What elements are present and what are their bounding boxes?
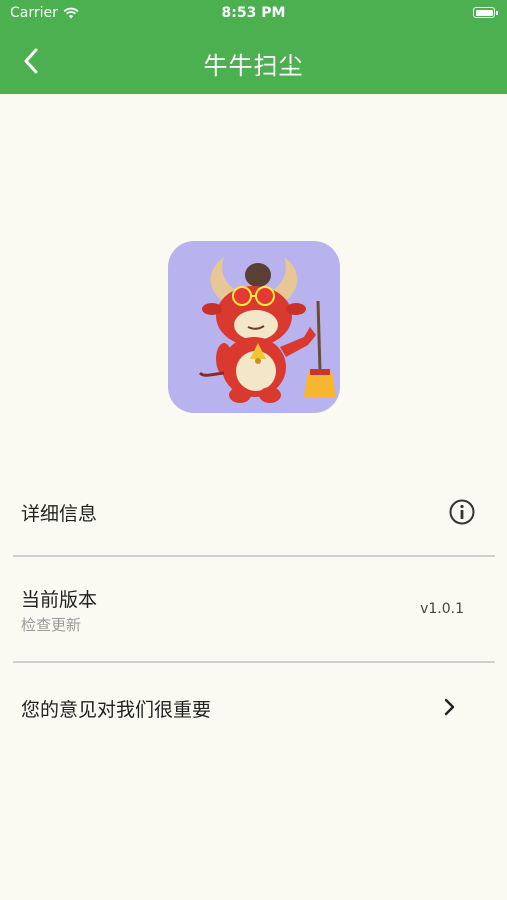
row-divider [13,661,495,663]
check-update-link[interactable]: 检查更新 [21,614,81,635]
battery-icon [473,7,498,18]
status-bar: Carrier 8:53 PM [0,0,507,28]
details-label[interactable]: 详细信息 [21,499,97,526]
page-title: 牛牛扫尘 [203,52,304,80]
current-version-label: 当前版本 [21,589,98,611]
navigation-bar: 牛牛扫尘 [0,28,507,94]
row-divider [13,555,495,557]
feedback-label[interactable]: 您的意见对我们很重要 [21,695,211,722]
info-icon[interactable] [447,497,477,527]
chevron-right-icon[interactable] [441,696,459,718]
app-icon [168,241,340,413]
clock: 8:53 PM [221,5,286,21]
version-number: v1.0.1 [420,601,464,617]
bull-mascot-icon [198,257,336,403]
